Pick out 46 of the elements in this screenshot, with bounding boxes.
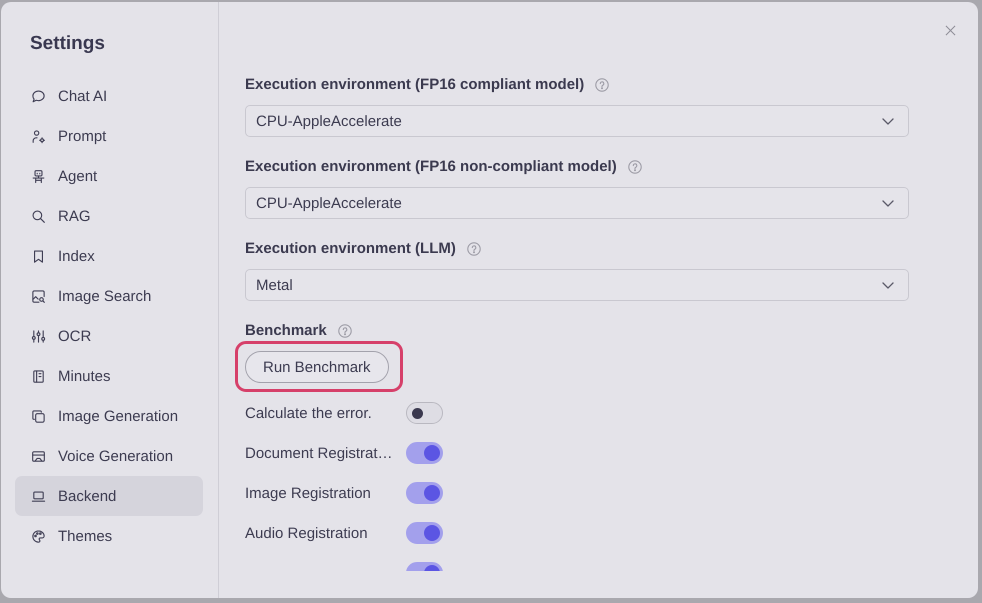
chevron-down-icon: [882, 282, 894, 288]
toggle-switch[interactable]: [406, 402, 443, 424]
sidebar-item[interactable]: RAG: [15, 196, 203, 236]
chat-bubble-icon: [31, 88, 46, 104]
palette-icon: [31, 528, 46, 544]
sidebar-item[interactable]: Voice Generation: [15, 436, 203, 476]
image-search-icon: [31, 288, 46, 304]
sidebar-item[interactable]: Agent: [15, 156, 203, 196]
settings-title: Settings: [30, 32, 106, 56]
toggle-switch[interactable]: [406, 442, 443, 464]
toggle-label: Document Registrat…: [245, 444, 394, 462]
sidebar-item[interactable]: Prompt: [15, 116, 203, 156]
sidebar-item[interactable]: Image Generation: [15, 396, 203, 436]
bookmark-icon: [31, 248, 46, 264]
field-label: Execution environment (FP16 non-compliant model): [245, 158, 617, 176]
close-button[interactable]: [943, 23, 958, 38]
field-label: Execution environment (LLM): [245, 240, 456, 258]
copy-icon: [31, 408, 46, 424]
dropdown-select[interactable]: CPU-AppleAccelerate: [245, 105, 909, 137]
sidebar-item[interactable]: Chat AI: [15, 76, 203, 116]
sidebar-item[interactable]: Index: [15, 236, 203, 276]
toggle-label: Audio Registration: [245, 524, 369, 542]
sidebar-item[interactable]: Image Search: [15, 276, 203, 316]
robot-icon: [31, 168, 46, 184]
run-benchmark-button[interactable]: Run Benchmark: [245, 351, 389, 383]
chevron-down-icon: [882, 200, 894, 206]
toggle-label: Image Registration: [245, 484, 372, 502]
toggle-switch[interactable]: [406, 482, 443, 504]
sidebar-item[interactable]: Minutes: [15, 356, 203, 396]
notebook-icon: [31, 368, 46, 384]
picture-icon: [31, 448, 46, 464]
sidebar-item[interactable]: OCR: [15, 316, 203, 356]
sidebar-item[interactable]: Themes: [15, 516, 203, 556]
close-icon: [945, 25, 956, 36]
sliders-icon: [31, 328, 46, 344]
toggle-label: Calculate the error.: [245, 404, 373, 422]
search-icon: [31, 208, 46, 224]
field-label: Benchmark: [245, 322, 327, 340]
dropdown-select[interactable]: CPU-AppleAccelerate: [245, 187, 909, 219]
toggle-switch[interactable]: [406, 522, 443, 544]
chevron-down-icon: [882, 118, 894, 124]
laptop-icon: [31, 488, 46, 504]
field-label: Execution environment (FP16 compliant model): [245, 76, 584, 94]
person-gear-icon: [31, 128, 46, 144]
sidebar-item[interactable]: Backend: [15, 476, 203, 516]
dropdown-select[interactable]: Metal: [245, 269, 909, 301]
